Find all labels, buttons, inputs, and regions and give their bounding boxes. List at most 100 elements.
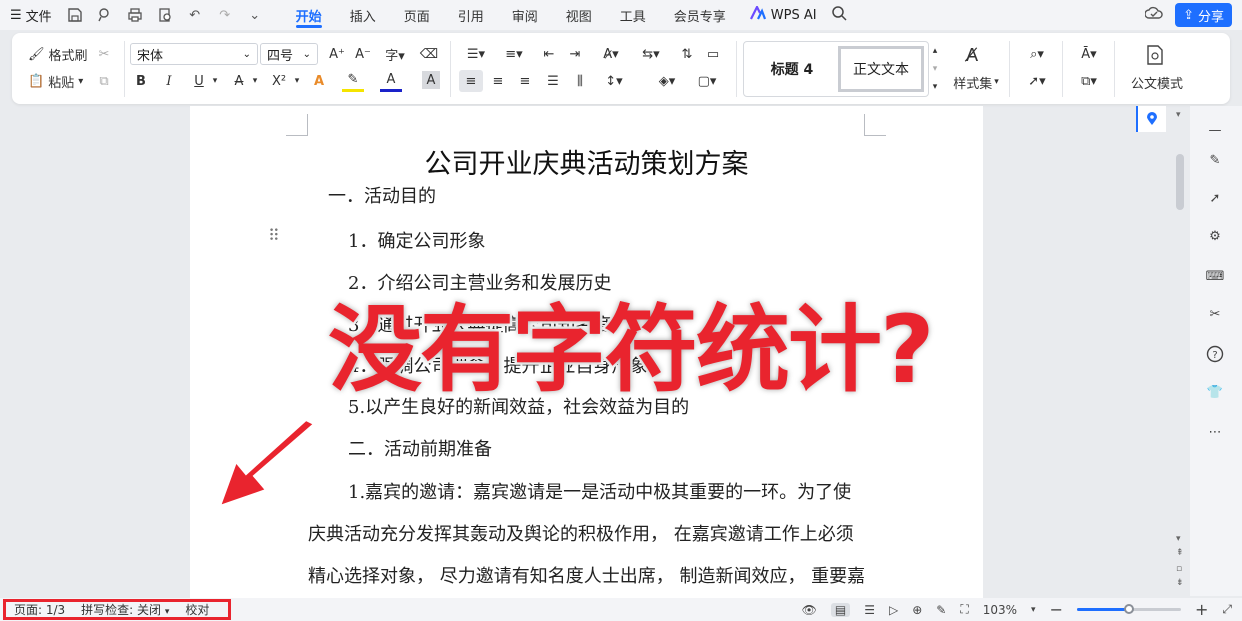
save-icon[interactable] bbox=[66, 6, 84, 24]
paste-button[interactable]: 📋 粘贴 ▾ bbox=[28, 70, 83, 92]
pen-icon[interactable]: ✎ bbox=[1203, 148, 1227, 172]
location-pin-icon[interactable] bbox=[1136, 106, 1166, 132]
tab-page[interactable]: 页面 bbox=[390, 0, 444, 30]
increase-indent-icon[interactable]: ⇥ bbox=[564, 43, 586, 65]
shrink-font-icon[interactable]: A⁻ bbox=[352, 43, 374, 65]
pen-mode-icon[interactable]: ✎ bbox=[936, 603, 946, 617]
find-icon[interactable]: ⌕▾ bbox=[1022, 43, 1052, 65]
tab-home[interactable]: 开始 bbox=[282, 0, 336, 30]
strikethrough-button[interactable]: A bbox=[228, 70, 250, 92]
tools-icon[interactable]: ✂ bbox=[1203, 302, 1227, 326]
font-name-select[interactable]: 宋体 ⌄ bbox=[130, 43, 258, 65]
fit-page-icon[interactable]: ⛶ bbox=[960, 602, 968, 617]
char-shading-icon[interactable]: A bbox=[422, 71, 440, 89]
bold-button[interactable]: B bbox=[130, 70, 152, 92]
print-preview-icon[interactable] bbox=[156, 6, 174, 24]
italic-button[interactable]: I bbox=[158, 70, 180, 92]
chevron-down-icon[interactable]: ▾ bbox=[929, 61, 941, 77]
play-icon[interactable]: ▷ bbox=[889, 603, 898, 617]
cut-icon[interactable]: ✂ bbox=[94, 43, 114, 65]
tab-view[interactable]: 视图 bbox=[552, 0, 606, 30]
official-mode-button[interactable]: 公文模式 bbox=[1126, 73, 1188, 92]
arrange-icon[interactable]: ⧉▾ bbox=[1074, 70, 1104, 92]
font-color-icon[interactable]: A bbox=[380, 70, 402, 92]
show-marks-icon[interactable]: ▭ bbox=[702, 43, 724, 65]
grow-font-icon[interactable]: A⁺ bbox=[326, 43, 348, 65]
zoom-out-icon[interactable]: − bbox=[1050, 600, 1063, 619]
print-icon[interactable] bbox=[126, 6, 144, 24]
align-left-button[interactable]: ≡ bbox=[459, 70, 483, 92]
vertical-scrollbar[interactable]: ▾ ▾ ⇞ ▫ ⇟ bbox=[1173, 106, 1187, 596]
chevron-down-icon[interactable]: ⌄ bbox=[246, 6, 264, 24]
superscript-button[interactable]: X² bbox=[266, 70, 292, 92]
format-painter-button[interactable]: 🖌 格式刷 bbox=[28, 43, 88, 65]
style-body-text[interactable]: 正文文本 bbox=[838, 46, 924, 92]
border-icon[interactable]: ▢▾ bbox=[692, 70, 722, 92]
page-view-icon[interactable]: ▤ bbox=[830, 602, 851, 617]
chevron-down-icon[interactable]: ▾ bbox=[210, 70, 220, 92]
search-icon[interactable] bbox=[831, 5, 847, 25]
distribute-icon[interactable]: ⫼ bbox=[569, 70, 591, 92]
sort-icon[interactable]: ⇅ bbox=[676, 43, 698, 65]
tab-insert[interactable]: 插入 bbox=[336, 0, 390, 30]
collapse-icon[interactable]: — bbox=[1203, 118, 1227, 142]
chevron-down-icon[interactable]: ▾ bbox=[1031, 605, 1036, 615]
scroll-up-icon[interactable]: ▾ bbox=[1176, 110, 1181, 120]
page-indicator[interactable]: 页面: 1/3 bbox=[6, 601, 73, 618]
browse-object-icon[interactable]: ▫ bbox=[1176, 564, 1182, 574]
ocr-icon[interactable]: ⌨ bbox=[1203, 264, 1227, 288]
style-set-button[interactable]: 样式集 ▾ bbox=[950, 73, 1002, 92]
proofread-button[interactable]: 校对 bbox=[177, 601, 217, 618]
zoom-level[interactable]: 103% bbox=[983, 603, 1017, 617]
cloud-sync-icon[interactable] bbox=[1144, 5, 1163, 25]
web-view-icon[interactable]: ⊕ bbox=[912, 603, 922, 617]
line-spacing-icon[interactable]: ↕▾ bbox=[598, 70, 630, 92]
change-case-icon[interactable]: A̷▾ bbox=[594, 43, 628, 65]
text-direction-icon[interactable]: ⇆▾ bbox=[636, 43, 666, 65]
text-layout-icon[interactable]: Ā▾ bbox=[1074, 43, 1104, 65]
chevron-down-icon[interactable]: ▾ bbox=[250, 70, 260, 92]
highlight-icon[interactable]: ✎ bbox=[342, 70, 364, 92]
shirt-icon[interactable]: 👕 bbox=[1203, 380, 1227, 404]
zoom-slider[interactable] bbox=[1076, 604, 1181, 614]
font-size-select[interactable]: 四号 ⌄ bbox=[260, 43, 318, 65]
share-button[interactable]: ⇪ 分享 bbox=[1175, 3, 1232, 27]
more-icon[interactable]: ⋯ bbox=[1203, 420, 1227, 444]
text-effect-icon[interactable]: A bbox=[308, 70, 330, 92]
export-icon[interactable] bbox=[96, 6, 114, 24]
align-right-button[interactable]: ≡ bbox=[514, 70, 536, 92]
decrease-indent-icon[interactable]: ⇤ bbox=[538, 43, 560, 65]
tab-member[interactable]: 会员专享 bbox=[660, 0, 740, 30]
tab-review[interactable]: 审阅 bbox=[498, 0, 552, 30]
next-page-icon[interactable]: ⇟ bbox=[1176, 578, 1184, 588]
spell-check-toggle[interactable]: 拼写检查: 关闭 ▾ bbox=[73, 601, 177, 618]
scroll-down-icon[interactable]: ▾ bbox=[1176, 534, 1181, 544]
scrollbar-thumb[interactable] bbox=[1176, 154, 1184, 210]
prev-page-icon[interactable]: ⇞ bbox=[1176, 548, 1184, 558]
redo-icon[interactable]: ↷ bbox=[216, 6, 234, 24]
outline-view-icon[interactable]: ☰ bbox=[864, 603, 875, 617]
copy-icon[interactable]: ⧉ bbox=[94, 70, 114, 92]
expand-styles-icon[interactable]: ▾ bbox=[929, 79, 941, 95]
shading-icon[interactable]: ◈▾ bbox=[652, 70, 682, 92]
zoom-in-icon[interactable]: + bbox=[1195, 600, 1208, 619]
tab-tools[interactable]: 工具 bbox=[606, 0, 660, 30]
phonetic-guide-icon[interactable]: 字▾ bbox=[380, 43, 410, 65]
help-icon[interactable]: ? bbox=[1203, 342, 1227, 366]
clear-format-icon[interactable]: ⌫ bbox=[418, 43, 440, 65]
wps-ai-button[interactable]: WPS AI bbox=[740, 4, 827, 24]
select-icon[interactable]: ➚▾ bbox=[1022, 70, 1052, 92]
chevron-down-icon[interactable]: ▾ bbox=[292, 70, 302, 92]
numbered-list-icon[interactable]: ≡▾ bbox=[500, 43, 528, 65]
fullscreen-icon[interactable]: ⤢ bbox=[1222, 602, 1232, 617]
adjust-icon[interactable]: ⚙ bbox=[1203, 224, 1227, 248]
align-center-button[interactable]: ≡ bbox=[487, 70, 509, 92]
file-menu[interactable]: ☰ 文件 bbox=[10, 6, 52, 25]
style-heading4[interactable]: 标题 4 bbox=[752, 48, 832, 90]
justify-button[interactable]: ☰ bbox=[542, 70, 564, 92]
eye-icon[interactable]: 👁 bbox=[802, 603, 817, 617]
drag-handle-icon[interactable]: ⠿ bbox=[268, 226, 280, 245]
cursor-icon[interactable]: ➚ bbox=[1203, 186, 1227, 210]
tab-references[interactable]: 引用 bbox=[444, 0, 498, 30]
chevron-up-icon[interactable]: ▴ bbox=[929, 43, 941, 59]
